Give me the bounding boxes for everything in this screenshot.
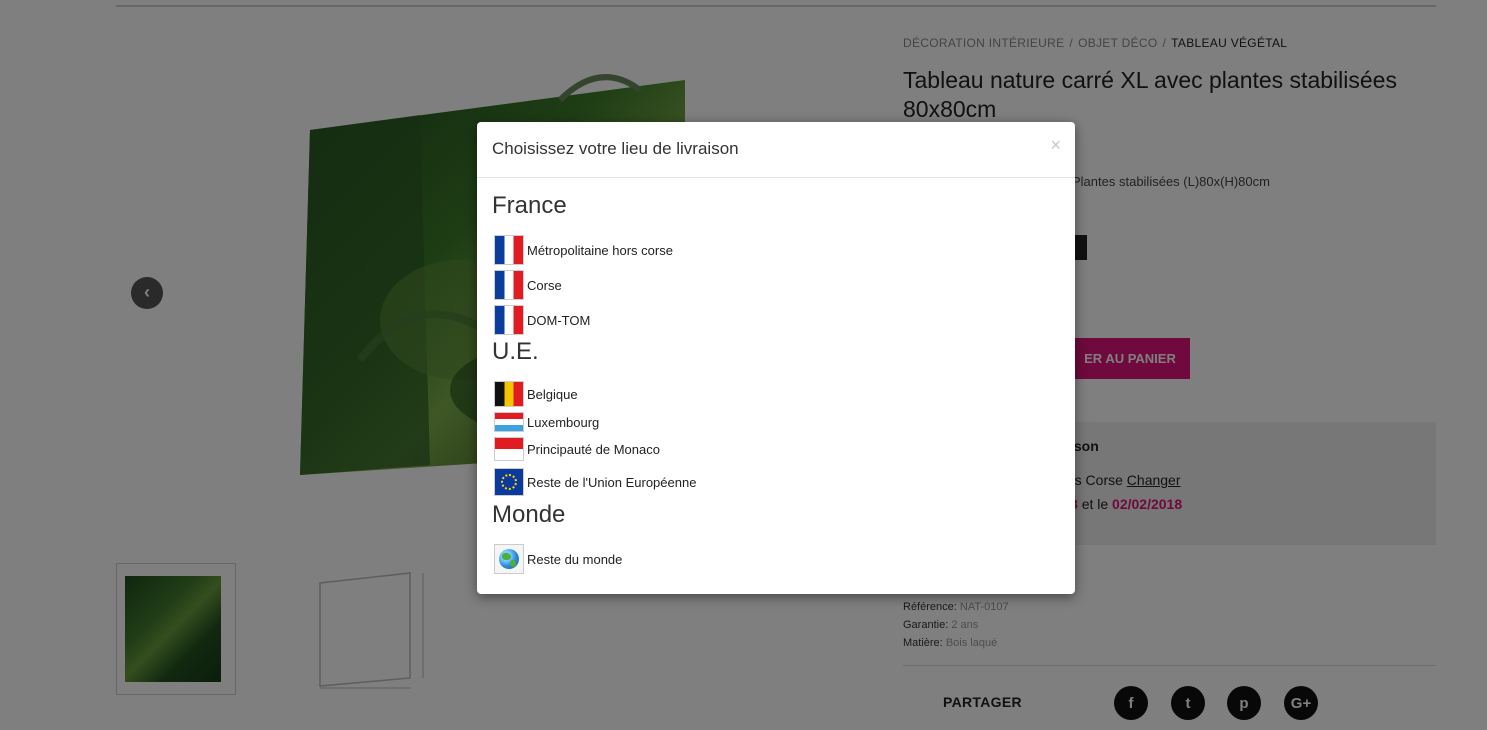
monaco-flag-icon — [494, 437, 524, 461]
modal-header: Choisissez votre lieu de livraison × — [477, 122, 1075, 178]
globe-icon — [494, 544, 524, 574]
region-heading-ue: U.E. — [492, 338, 539, 365]
option-label: Reste de l'Union Européenne — [527, 474, 697, 490]
option-belgique[interactable]: Belgique — [494, 381, 578, 407]
option-france-metropolitaine[interactable]: Métropolitaine hors corse — [494, 235, 673, 265]
france-flag-icon — [494, 305, 524, 335]
close-icon[interactable]: × — [1050, 136, 1061, 154]
option-corse[interactable]: Corse — [494, 270, 562, 300]
france-flag-icon — [494, 270, 524, 300]
option-label: DOM-TOM — [527, 312, 591, 328]
option-luxembourg[interactable]: Luxembourg — [494, 412, 599, 432]
option-label: Métropolitaine hors corse — [527, 242, 673, 258]
option-reste-du-monde[interactable]: Reste du monde — [494, 544, 622, 574]
option-monaco[interactable]: Principauté de Monaco — [494, 437, 660, 461]
delivery-location-modal: Choisissez votre lieu de livraison × Fra… — [477, 122, 1075, 594]
option-dom-tom[interactable]: DOM-TOM — [494, 305, 590, 335]
option-label: Principauté de Monaco — [527, 441, 660, 457]
option-reste-ue[interactable]: Reste de l'Union Européenne — [494, 468, 696, 496]
modal-title: Choisissez votre lieu de livraison — [492, 139, 739, 158]
option-label: Corse — [527, 277, 562, 293]
france-flag-icon — [494, 235, 524, 265]
option-label: Luxembourg — [527, 414, 600, 430]
option-label: Reste du monde — [527, 551, 623, 567]
option-label: Belgique — [527, 386, 578, 402]
region-heading-france: France — [492, 192, 567, 219]
region-heading-monde: Monde — [492, 501, 566, 528]
luxembourg-flag-icon — [494, 412, 524, 432]
belgium-flag-icon — [494, 381, 524, 407]
eu-flag-icon — [494, 468, 524, 496]
